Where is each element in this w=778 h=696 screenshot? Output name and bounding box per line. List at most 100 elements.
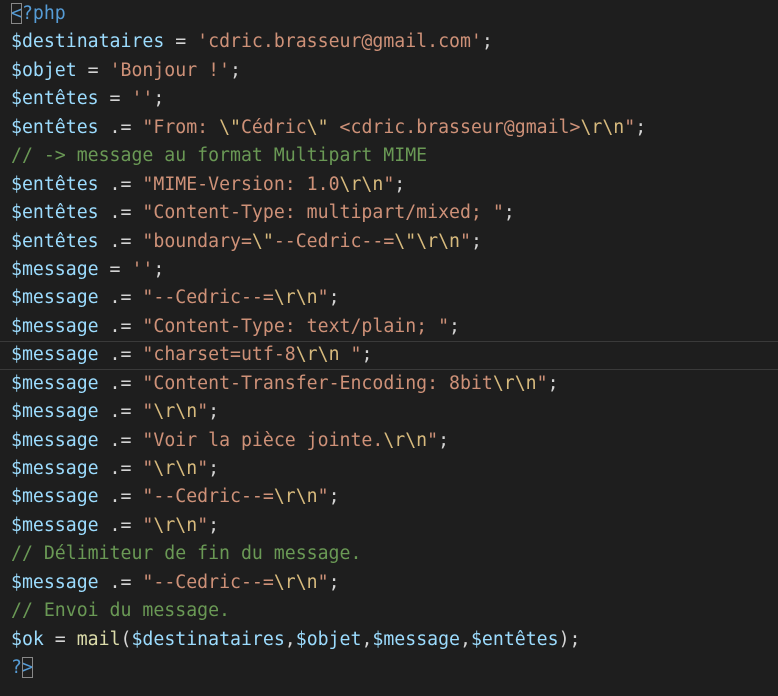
operator-token: =: [76, 59, 110, 81]
variable-token: $message: [11, 344, 99, 366]
string-token: ": [197, 458, 209, 479]
code-line[interactable]: // -> message au format Multipart MIME: [0, 142, 778, 170]
punctuation-token: ;: [481, 31, 493, 53]
code-line[interactable]: $entêtes = '';: [0, 85, 778, 113]
punctuation-token: ;: [208, 458, 220, 479]
string-token: --Cedric--=: [273, 230, 395, 252]
operator-token: .=: [98, 514, 143, 536]
punctuation-token: ,: [460, 628, 471, 650]
php-tag-token: ?: [11, 657, 22, 679]
string-token: Cédric: [240, 116, 307, 138]
punctuation-token: ;: [361, 344, 373, 366]
operator-token: =: [164, 31, 198, 53]
punctuation-token: );: [558, 628, 581, 650]
string-token: ": [339, 344, 362, 366]
string-token: "--Cedric--=: [142, 571, 274, 593]
punctuation-token: ;: [328, 486, 340, 508]
bracket-match-token: <: [11, 3, 22, 24]
variable-token: $message: [11, 429, 99, 451]
escape-sequence-token: \r\n: [273, 571, 318, 593]
punctuation-token: ;: [438, 429, 450, 451]
string-token: 'Bonjour !': [109, 59, 231, 81]
operator-token: .=: [98, 315, 143, 337]
code-line[interactable]: $entêtes .= "boundary=\"--Cedric--=\"\r\…: [0, 228, 778, 256]
punctuation-token: ;: [394, 173, 406, 195]
punctuation-token: ;: [230, 59, 241, 81]
code-line[interactable]: $destinataires = 'cdric.brasseur@gmail.c…: [0, 28, 778, 56]
variable-token: $entêtes: [470, 628, 559, 650]
string-token: "MIME-Version: 1.0: [142, 173, 340, 195]
string-token: "Voir la pièce jointe.: [142, 429, 384, 451]
code-line[interactable]: $entêtes .= "Content-Type: multipart/mix…: [0, 199, 778, 227]
code-line[interactable]: // Envoi du message.: [0, 597, 778, 625]
variable-token: $entêtes: [11, 173, 99, 195]
variable-token: $message: [11, 315, 99, 337]
string-token: "charset=utf-8: [142, 344, 296, 366]
code-line[interactable]: $message .= "\r\n";: [0, 455, 778, 483]
variable-token: $message: [11, 486, 99, 508]
punctuation-token: ;: [153, 88, 165, 110]
string-token: ": [383, 173, 395, 195]
punctuation-token: ;: [208, 514, 220, 536]
variable-token: $message: [11, 372, 99, 394]
string-token: "Content-Transfer-Encoding: 8bit: [142, 372, 493, 394]
string-token: ": [317, 287, 329, 309]
code-line[interactable]: $message .= "--Cedric--=\r\n";: [0, 284, 778, 312]
string-token: "Content-Type: text/plain; ": [142, 315, 450, 337]
escape-sequence-token: \r\n: [339, 173, 384, 195]
punctuation-token: ;: [328, 571, 340, 593]
variable-token: $message: [11, 458, 99, 479]
operator-token: .=: [98, 458, 143, 479]
variable-token: $message: [11, 514, 99, 536]
code-line[interactable]: $message = '';: [0, 256, 778, 284]
operator-token: =: [98, 258, 132, 280]
code-line[interactable]: $entêtes .= "From: \"Cédric\" <cdric.bra…: [0, 114, 778, 142]
string-token: "Content-Type: multipart/mixed; ": [142, 202, 504, 224]
string-token: ": [317, 486, 329, 508]
string-token: ": [624, 116, 636, 138]
code-line[interactable]: $message .= "\r\n";: [0, 512, 778, 540]
punctuation-token: ;: [449, 315, 460, 337]
escape-sequence-token: \": [251, 230, 274, 252]
code-line[interactable]: // Délimiteur de fin du message.: [0, 540, 778, 568]
punctuation-token: ;: [503, 202, 515, 224]
comment-token: // -> message au format Multipart MIME: [11, 145, 428, 167]
code-line[interactable]: ?>: [0, 654, 778, 682]
code-line[interactable]: $message .= "--Cedric--=\r\n";: [0, 569, 778, 597]
php-tag-token: ?php: [21, 3, 66, 24]
code-line[interactable]: $message .= "Content-Transfer-Encoding: …: [0, 370, 778, 398]
variable-token: $destinataires: [11, 31, 165, 53]
string-token: 'cdric.brasseur@gmail.com': [197, 31, 482, 53]
string-token: ": [460, 230, 471, 252]
bracket-match-token: >: [21, 657, 33, 679]
operator-token: =: [98, 88, 132, 110]
code-line[interactable]: $ok = mail($destinataires,$objet,$messag…: [0, 626, 778, 654]
punctuation-token: ,: [361, 628, 373, 650]
code-line[interactable]: $message .= "Content-Type: text/plain; "…: [0, 313, 778, 341]
code-line[interactable]: $message .= "\r\n";: [0, 398, 778, 426]
code-line[interactable]: $message .= "Voir la pièce jointe.\r\n";: [0, 427, 778, 455]
variable-token: $entêtes: [11, 116, 99, 138]
code-editor[interactable]: <?php $destinataires = 'cdric.brasseur@gm…: [0, 0, 778, 696]
operator-token: .=: [98, 344, 143, 366]
escape-sequence-token: \r\n: [580, 116, 625, 138]
code-line[interactable]: $message .= "--Cedric--=\r\n";: [0, 483, 778, 511]
operator-token: =: [43, 628, 77, 650]
escape-sequence-token: \": [306, 116, 329, 138]
string-token: ": [317, 571, 329, 593]
punctuation-token: ;: [153, 258, 165, 280]
string-token: '': [131, 258, 154, 280]
string-token: ": [427, 429, 439, 451]
string-token: ": [197, 514, 209, 536]
code-line[interactable]: $message .= "charset=utf-8\r\n ";: [0, 341, 778, 370]
code-line[interactable]: $objet = 'Bonjour !';: [0, 57, 778, 85]
code-line[interactable]: $entêtes .= "MIME-Version: 1.0\r\n";: [0, 171, 778, 199]
variable-token: $message: [372, 628, 461, 650]
operator-token: .=: [98, 401, 143, 423]
variable-token: $message: [11, 258, 99, 280]
variable-token: $message: [11, 401, 99, 423]
escape-sequence-token: \r\n: [295, 344, 340, 366]
code-line[interactable]: <?php: [0, 0, 778, 28]
string-token: '': [131, 88, 154, 110]
operator-token: .=: [98, 202, 143, 224]
